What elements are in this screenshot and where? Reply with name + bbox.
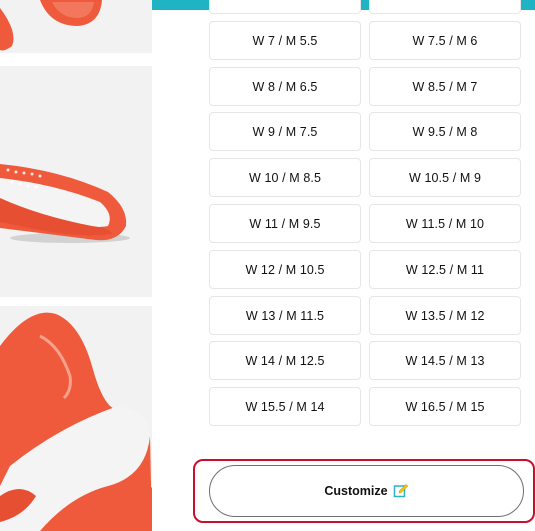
size-option-label: W 8.5 / M 7 (412, 79, 478, 94)
size-option-label: W 9.5 / M 8 (412, 124, 478, 139)
edit-icon (393, 483, 409, 499)
size-option-button[interactable]: W 9 / M 7.5 (209, 112, 361, 151)
size-option-button[interactable]: W 8 / M 6.5 (209, 67, 361, 106)
size-option-button[interactable]: W 13.5 / M 12 (369, 296, 521, 335)
size-option-button[interactable]: W 10 / M 8.5 (209, 158, 361, 197)
customize-label: Customize (324, 484, 388, 498)
size-option-button[interactable]: W 7 / M 5.5 (209, 21, 361, 60)
size-option-label: W 14 / M 12.5 (245, 353, 325, 368)
product-thumbnail-1[interactable] (0, 0, 152, 53)
customize-button[interactable]: Customize (209, 465, 524, 517)
size-option-label: W 13.5 / M 12 (405, 308, 485, 323)
size-option-button[interactable]: W 11.5 / M 10 (369, 204, 521, 243)
size-option-button[interactable]: W 13 / M 11.5 (209, 296, 361, 335)
size-option-label: W 10.5 / M 9 (408, 170, 482, 185)
size-option-label: W 15.5 / M 14 (245, 399, 325, 414)
size-option-label: W 16.5 / M 15 (405, 399, 485, 414)
size-option-button[interactable]: W 15.5 / M 14 (209, 387, 361, 426)
size-option-button[interactable]: W 12 / M 10.5 (209, 250, 361, 289)
size-option-button[interactable]: W 11 / M 9.5 (209, 204, 361, 243)
size-option-label: W 11 / M 9.5 (249, 216, 321, 231)
size-option-button[interactable]: W 14 / M 12.5 (209, 341, 361, 380)
size-option-button[interactable]: W 14.5 / M 13 (369, 341, 521, 380)
shoe-heel-image (0, 306, 152, 531)
size-option-label: W 11.5 / M 10 (405, 216, 485, 231)
size-option-button[interactable]: W 12.5 / M 11 (369, 250, 521, 289)
size-option-button[interactable]: W 9.5 / M 8 (369, 112, 521, 151)
size-option-label: W 7.5 / M 6 (412, 33, 478, 48)
size-option-button[interactable]: W 8.5 / M 7 (369, 67, 521, 106)
size-option-button[interactable]: W 7.5 / M 6 (369, 21, 521, 60)
size-option-button[interactable]: W 6 / M 4.5 (209, 0, 361, 14)
size-option-label: W 12 / M 10.5 (245, 262, 325, 277)
product-thumbnail-2[interactable] (0, 66, 152, 297)
shoe-sole-image (0, 66, 152, 297)
size-option-button[interactable]: W 10.5 / M 9 (369, 158, 521, 197)
size-option-label: W 8 / M 6.5 (252, 79, 318, 94)
size-option-label: W 10 / M 8.5 (248, 170, 322, 185)
size-option-label: W 13 / M 11.5 (245, 308, 325, 323)
size-option-label: W 9 / M 7.5 (252, 124, 318, 139)
size-option-label: W 7 / M 5.5 (252, 33, 318, 48)
size-option-label: W 12.5 / M 11 (405, 262, 485, 277)
size-option-button[interactable]: W 6.5 / M 5 (369, 0, 521, 14)
size-option-button[interactable]: W 16.5 / M 15 (369, 387, 521, 426)
product-thumbnail-3[interactable] (0, 306, 152, 531)
shoe-top-image (0, 0, 152, 53)
size-option-label: W 14.5 / M 13 (405, 353, 485, 368)
